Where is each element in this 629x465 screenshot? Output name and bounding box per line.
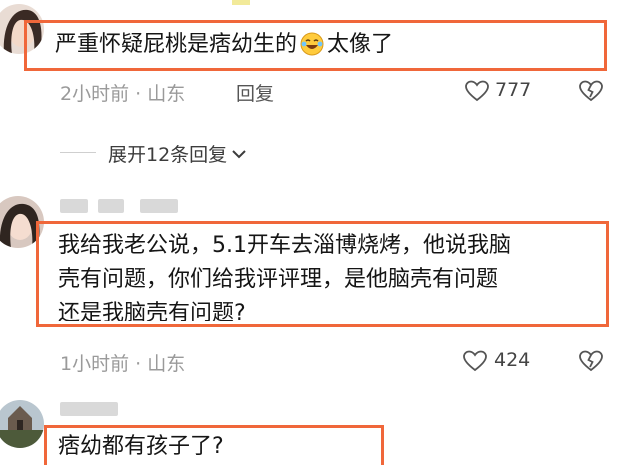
avatar[interactable]	[0, 400, 44, 448]
like-icon[interactable]	[464, 80, 490, 106]
username-fragment	[232, 0, 250, 5]
comment-text: 严重怀疑屁桃是痞幼生的 太像了	[55, 28, 393, 67]
crying-laughing-emoji-icon	[300, 32, 324, 67]
comment-text-line: 还是我脑壳有问题?	[58, 301, 246, 321]
username-masked	[98, 199, 124, 213]
comment-text-line: 壳有问题，你们给我评评理，是他脑壳有问题	[58, 267, 499, 292]
like-count: 777	[495, 79, 532, 101]
comment-meta: 1小时前 · 山东	[60, 353, 186, 375]
comment-meta: 2小时前 · 山东	[60, 83, 186, 105]
comment-text: 痞幼都有孩子了?	[58, 434, 224, 459]
like-count: 424	[494, 349, 531, 371]
dislike-icon[interactable]	[578, 350, 604, 376]
chevron-down-icon	[231, 143, 247, 165]
username-masked	[60, 199, 88, 213]
expand-replies-button[interactable]: 展开12条回复	[108, 140, 247, 167]
comment-text-line: 我给我老公说，5.1开车去淄博烧烤，他说我脑	[58, 233, 511, 258]
divider	[60, 152, 96, 153]
username-masked	[140, 199, 178, 213]
username-masked	[60, 402, 118, 416]
reply-button[interactable]: 回复	[236, 79, 274, 106]
like-icon[interactable]	[462, 350, 488, 376]
dislike-icon[interactable]	[578, 80, 604, 106]
expand-replies-label: 展开12条回复	[108, 144, 228, 166]
